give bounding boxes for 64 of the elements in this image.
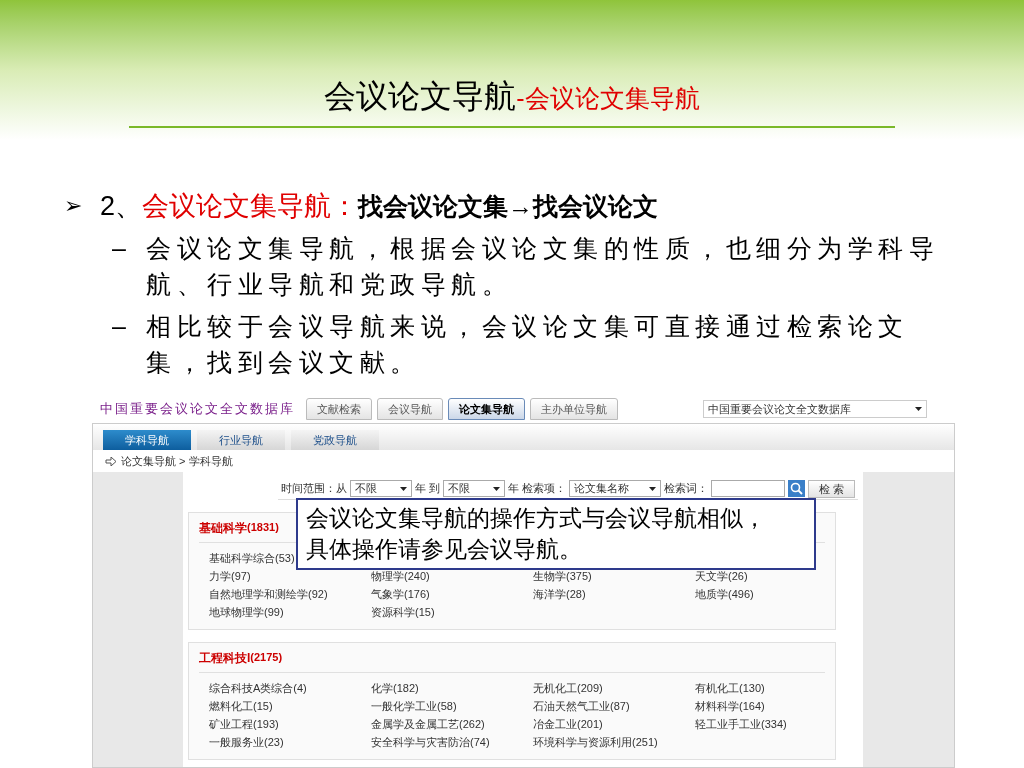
nav-tab[interactable]: 论文集导航: [448, 398, 525, 420]
subject-link[interactable]: 冶金工业(201): [533, 715, 695, 733]
caret-icon: [399, 486, 407, 491]
field-label: 年 检索项：: [507, 481, 567, 497]
category-count: (2175): [250, 650, 283, 666]
subject-link[interactable]: 物理学(240): [371, 567, 533, 585]
note-tooltip: 会议论文集导航的操作方式与会议导航相似，具体操作请参见会议导航。: [296, 498, 816, 570]
subject-tab[interactable]: 党政导航: [291, 430, 379, 450]
subject-link[interactable]: 金属学及金属工艺(262): [371, 715, 533, 733]
dash-marker: –: [112, 311, 127, 342]
slide-title: 会议论文导航: [324, 77, 517, 116]
category-title[interactable]: 工程科技I: [199, 648, 251, 667]
breadcrumb: 论文集导航 > 学科导航: [121, 453, 233, 469]
bullet-text: 相比较于会议导航来说，会议论文集可直接通过检索论文集，找到会议文献。: [146, 311, 910, 378]
subject-link[interactable]: 力学(97): [209, 567, 371, 585]
bullet-text: 会议论文集导航，根据会议论文集的性质，也细分为学科导航、行业导航和党政导航。: [146, 233, 940, 300]
dropdown[interactable]: 不限: [442, 480, 505, 497]
subject-link[interactable]: 天文学(26): [695, 567, 835, 585]
dropdown[interactable]: 不限: [349, 480, 412, 497]
category-title[interactable]: 基础科学: [199, 518, 247, 537]
caret-icon: [915, 407, 922, 411]
bullet-marker: ➢: [64, 192, 83, 220]
subject-link[interactable]: 气象学(176): [371, 585, 533, 603]
subject-link[interactable]: 地球物理学(99): [209, 603, 371, 621]
subject-link[interactable]: 无机化工(209): [533, 679, 695, 697]
subject-link[interactable]: 材料科学(164): [695, 697, 835, 715]
subject-link[interactable]: 地质学(496): [695, 585, 835, 603]
subject-link[interactable]: 自然地理学和测绘学(92): [209, 585, 371, 603]
field-label: 检索词：: [664, 481, 709, 497]
bullet-number: 2、: [100, 190, 143, 223]
database-title: 中国重要会议论文全文数据库: [100, 400, 295, 419]
database-dropdown[interactable]: 中国重要会议论文全文数据库: [703, 400, 927, 418]
nav-tab[interactable]: 会议导航: [377, 398, 443, 420]
bullet-text: 找会议论文集→找会议论文: [358, 191, 659, 222]
subject-link[interactable]: 轻工业手工业(334): [695, 715, 835, 733]
search-icon[interactable]: [788, 480, 806, 497]
field-label: 时间范围：从: [280, 481, 347, 497]
search-button[interactable]: 检 索: [808, 479, 856, 498]
search-input[interactable]: [711, 480, 786, 497]
nav-tab[interactable]: 主办单位导航: [530, 398, 618, 420]
category-count: (1831): [247, 520, 279, 536]
subject-link[interactable]: 一般化学工业(58): [371, 697, 533, 715]
subject-tab[interactable]: 学科导航: [103, 430, 191, 450]
caret-icon: [649, 486, 657, 491]
arrow-icon: [105, 456, 117, 466]
subject-link[interactable]: 有机化工(130): [695, 679, 835, 697]
field-label: 年 到: [414, 481, 440, 497]
slide-subtitle: -会议论文集导航: [516, 83, 700, 114]
subject-link[interactable]: 资源科学(15): [371, 603, 533, 621]
subject-link[interactable]: 环境科学与资源利用(251): [533, 733, 695, 751]
subject-link[interactable]: 石油天然气工业(87): [533, 697, 695, 715]
nav-tab[interactable]: 文献检索: [306, 398, 372, 420]
subject-link[interactable]: 生物学(375): [533, 567, 695, 585]
subject-link[interactable]: 安全科学与灾害防治(74): [371, 733, 533, 751]
subject-link[interactable]: 矿业工程(193): [209, 715, 371, 733]
dropdown[interactable]: 论文集名称: [569, 480, 662, 497]
subject-link[interactable]: 化学(182): [371, 679, 533, 697]
dash-marker: –: [112, 233, 127, 264]
subject-link[interactable]: 综合科技A类综合(4): [209, 679, 371, 697]
subject-link[interactable]: 海洋学(28): [533, 585, 695, 603]
subject-link[interactable]: 燃料化工(15): [209, 697, 371, 715]
caret-icon: [492, 486, 500, 491]
subject-link[interactable]: 一般服务业(23): [209, 733, 371, 751]
subject-tab[interactable]: 行业导航: [197, 430, 285, 450]
